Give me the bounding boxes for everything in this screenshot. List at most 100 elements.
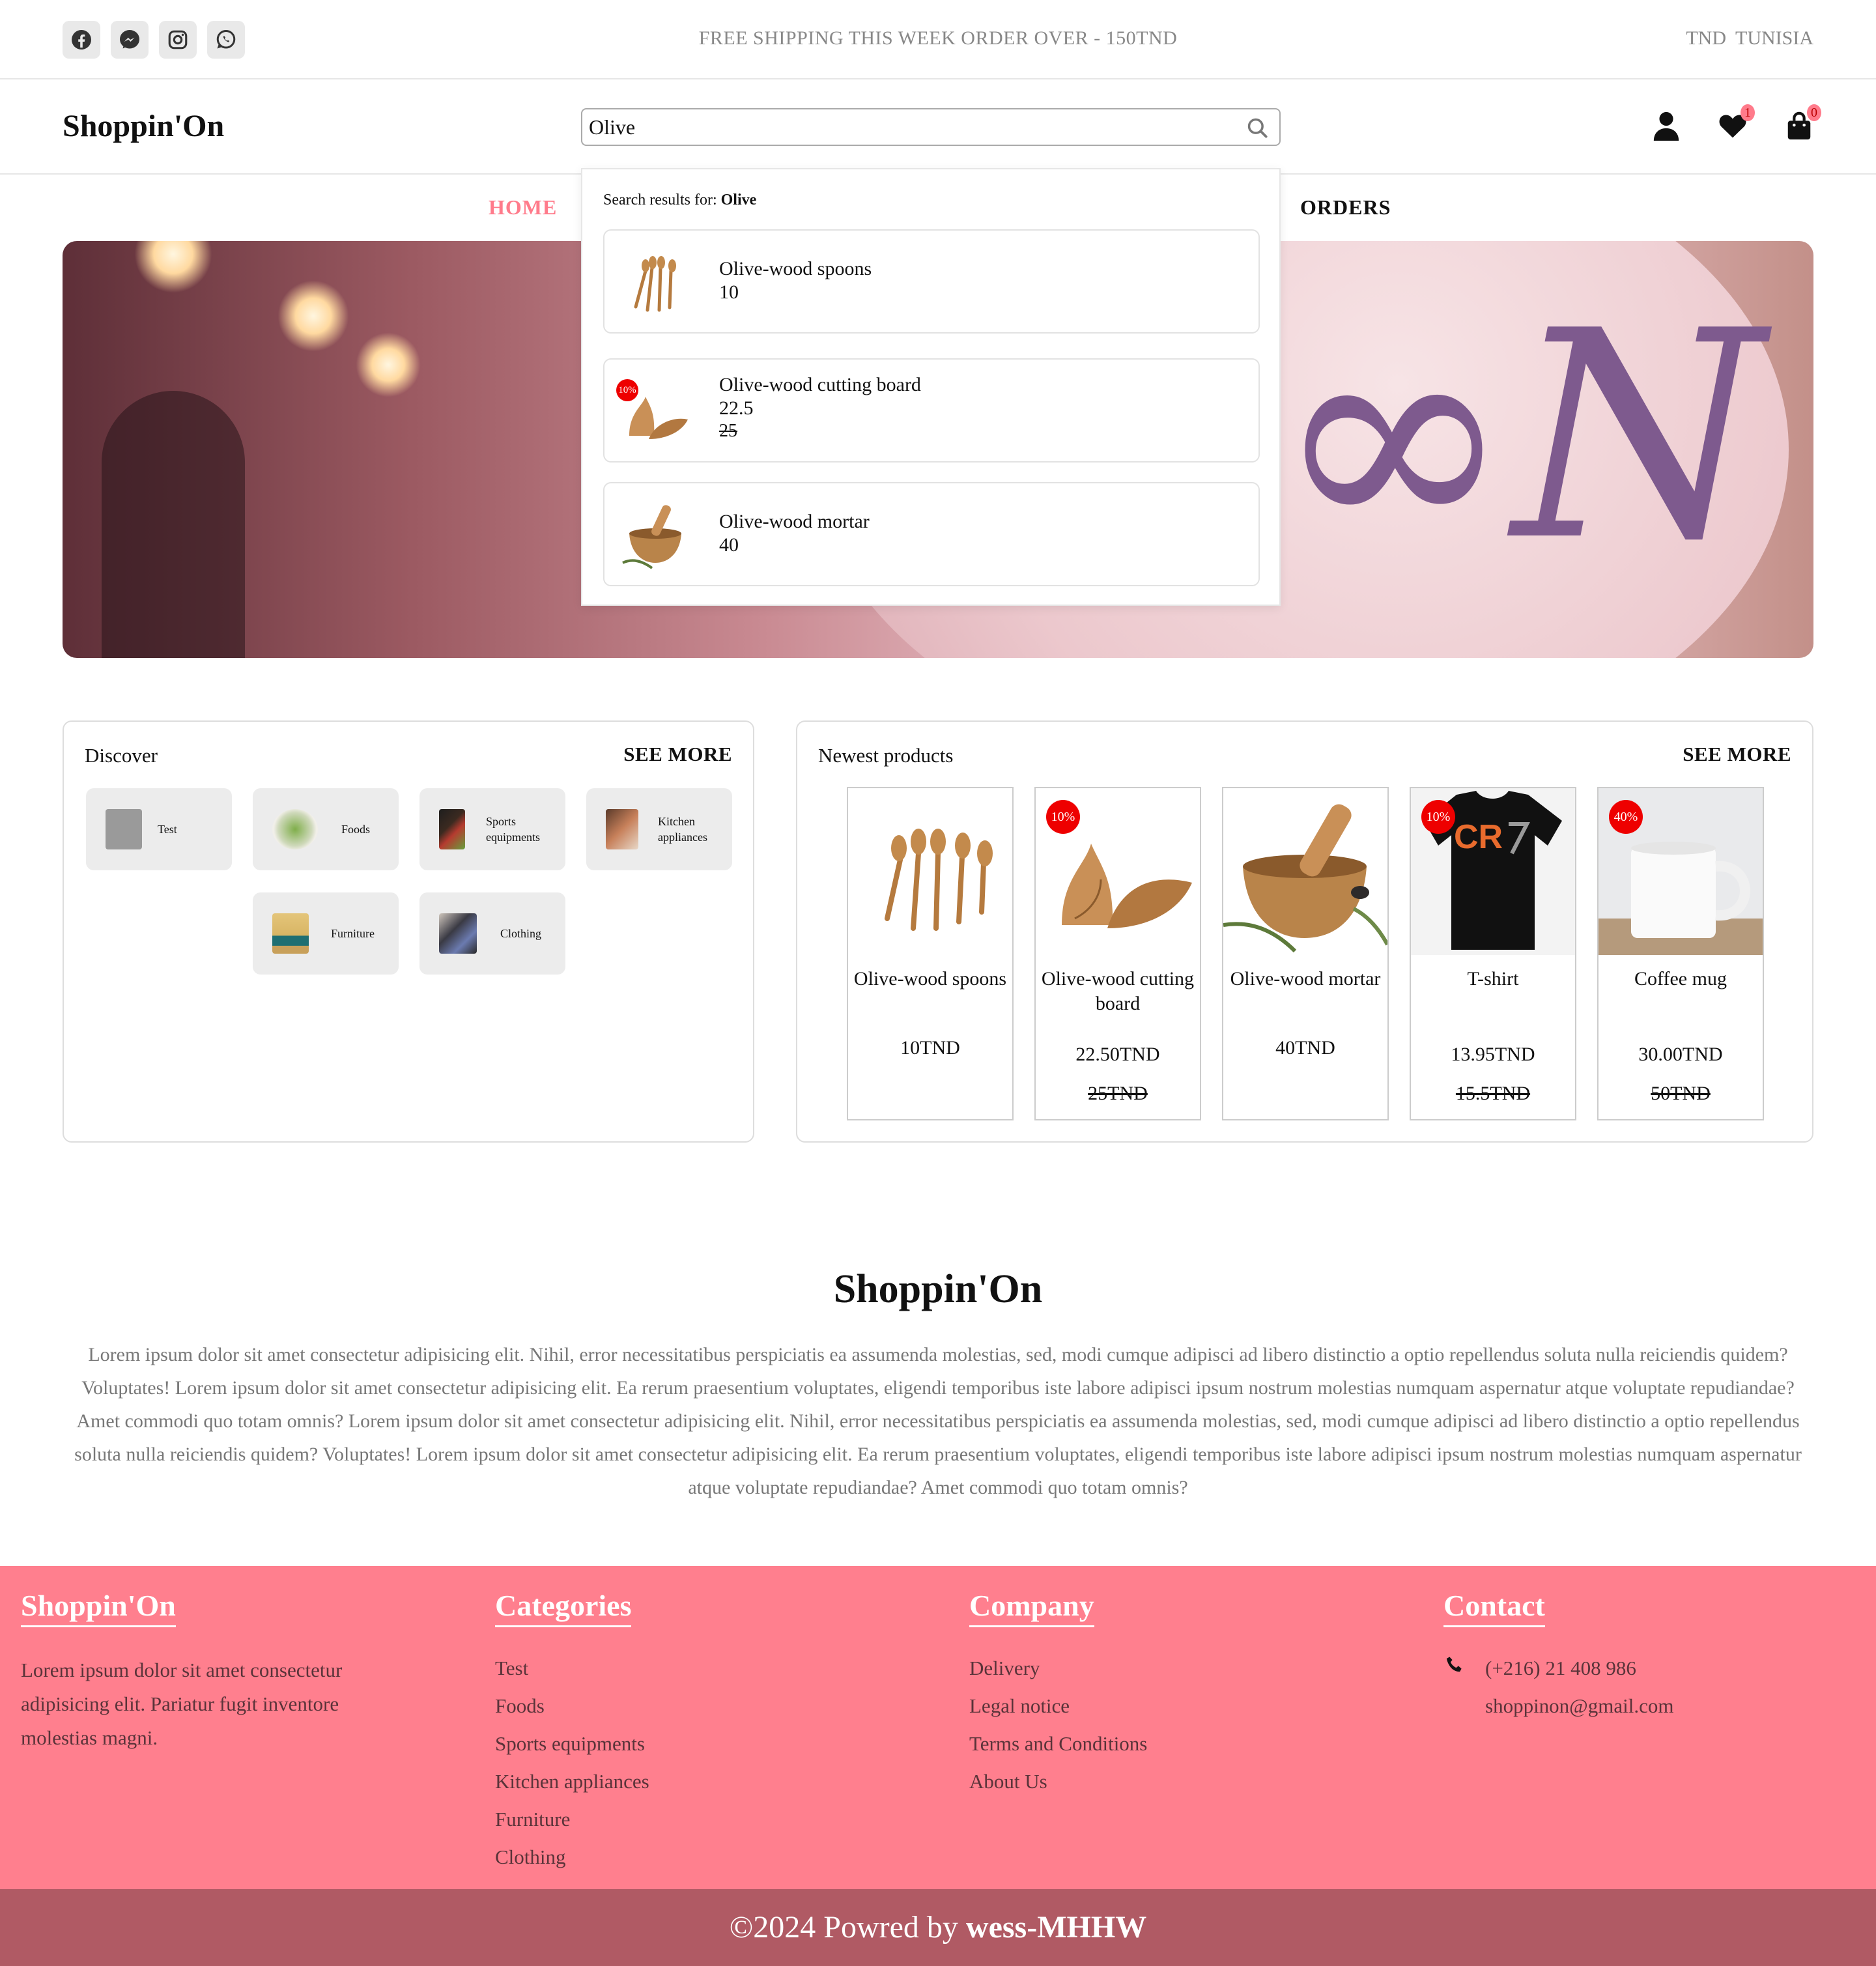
newest-see-more-link[interactable]: SEE MORE (1683, 743, 1791, 766)
about-title: Shoppin'On (833, 1267, 1043, 1311)
cart-count-badge: 0 (1807, 104, 1821, 121)
search-button[interactable] (1245, 116, 1270, 144)
footer-company-title: Company (969, 1588, 1094, 1627)
footer-link-test[interactable]: Test (495, 1649, 649, 1687)
category-label: Clothing (500, 927, 542, 940)
category-card-kitchen[interactable]: Kitchen appliances (586, 788, 732, 870)
country-label[interactable]: TUNISIA (1735, 27, 1813, 49)
about-text: Lorem ipsum dolor sit amet consectetur a… (74, 1344, 1802, 1498)
search-result-price: 22.5 (719, 397, 754, 419)
currency-label[interactable]: TND (1686, 27, 1726, 49)
category-label: Furniture (331, 927, 375, 940)
footer-link-furniture[interactable]: Furniture (495, 1801, 649, 1838)
search-results-dropdown: Search results for: Olive Olive-wood spo… (581, 168, 1281, 606)
footer-email[interactable]: shoppinon@gmail.com (1443, 1687, 1673, 1725)
search-results-label: Search results for: (603, 192, 717, 208)
locale-selector[interactable]: TND TUNISIA (1677, 27, 1813, 50)
footer-link-delivery[interactable]: Delivery (969, 1649, 1147, 1687)
search-result-old-price: 25 (719, 421, 737, 441)
hero-light (134, 241, 212, 293)
copyright-text: ©2024 Powred by (729, 1910, 958, 1945)
footer-contact: Contact (+216) 21 408 986 shoppinon@gmai… (1443, 1588, 1673, 1725)
top-bar: FREE SHIPPING THIS WEEK ORDER OVER - 150… (0, 0, 1876, 79)
category-image (272, 913, 309, 954)
product-price: 13.95TND (1451, 1044, 1535, 1065)
search-input[interactable] (582, 109, 1208, 145)
search-box (581, 108, 1281, 146)
svg-text:CR: CR (1454, 818, 1503, 856)
footer-link-kitchen[interactable]: Kitchen appliances (495, 1763, 649, 1801)
promo-banner: FREE SHIPPING THIS WEEK ORDER OVER - 150… (698, 27, 1178, 49)
category-card-furniture[interactable]: Furniture (253, 892, 399, 975)
phone-icon (1446, 1657, 1462, 1672)
header: Shoppin'On 1 0 (0, 79, 1876, 175)
footer-link-terms[interactable]: Terms and Conditions (969, 1725, 1147, 1763)
category-card-test[interactable]: Test (86, 788, 232, 870)
discover-see-more-link[interactable]: SEE MORE (623, 743, 732, 766)
footer-brand-text: Lorem ipsum dolor sit amet consectetur a… (21, 1659, 343, 1749)
product-discount-badge: 10% (1421, 800, 1455, 834)
search-result-item[interactable]: Olive-wood spoons 10 (603, 229, 1260, 334)
hero-light (277, 280, 349, 352)
footer-phone[interactable]: (+216) 21 408 986 (1443, 1649, 1673, 1687)
footer-link-sports[interactable]: Sports equipments (495, 1725, 649, 1763)
logo[interactable]: Shoppin'On (63, 108, 224, 144)
product-card[interactable]: Olive-wood spoons 10TND (847, 787, 1014, 1120)
category-card-clothing[interactable]: Clothing (419, 892, 565, 975)
hero-light (356, 332, 421, 397)
footer-brand-title: Shoppin'On (21, 1588, 176, 1627)
product-name: Olive-wood spoons (853, 968, 1007, 990)
category-card-sports[interactable]: Sports equipments (419, 788, 565, 870)
product-name: Coffee mug (1634, 968, 1727, 990)
user-icon (1653, 111, 1679, 141)
footer-link-about[interactable]: About Us (969, 1763, 1147, 1801)
category-label: Kitchen appliances (658, 815, 707, 844)
category-label: Test (158, 823, 177, 836)
product-discount-badge: 40% (1609, 800, 1643, 834)
footer-link-clothing[interactable]: Clothing (495, 1838, 649, 1876)
cart-button[interactable]: 0 (1785, 104, 1821, 142)
nav-home[interactable]: HOME (489, 195, 557, 220)
search-result-price: 40 (719, 534, 739, 556)
search-results-query: Olive (720, 192, 757, 208)
mortar-thumbnail (622, 505, 681, 569)
footer-link-legal[interactable]: Legal notice (969, 1687, 1147, 1725)
hero-sign-letters: ∞N (1274, 270, 1764, 603)
footer-company: Company Delivery Legal notice Terms and … (969, 1588, 1147, 1801)
account-button[interactable] (1652, 109, 1681, 142)
product-name: Olive-wood cutting board (1041, 968, 1195, 1014)
newest-products-title: Newest products (818, 744, 954, 767)
category-image (272, 809, 318, 849)
footer: Shoppin'On Lorem ipsum dolor sit amet co… (0, 1566, 1876, 1889)
hero-figure (102, 391, 245, 658)
product-image-mortar (1223, 788, 1387, 955)
copyright-author[interactable]: wess-MHHW (966, 1910, 1146, 1945)
category-image (439, 913, 477, 954)
footer-categories-title: Categories (495, 1588, 632, 1627)
search-result-item[interactable]: 10% Olive-wood cutting board 22.5 25 (603, 358, 1260, 463)
product-card[interactable]: 40% Coffee mug 30.00TND 50TND (1597, 787, 1764, 1120)
search-result-name: Olive-wood spoons (719, 258, 872, 279)
category-card-foods[interactable]: Foods (253, 788, 399, 870)
nav-orders[interactable]: ORDERS (1300, 195, 1391, 220)
header-actions: 1 0 (1652, 104, 1821, 142)
product-card[interactable]: CR 10% T-shirt 13.95TND 15.5TND (1410, 787, 1576, 1120)
footer-link-foods[interactable]: Foods (495, 1687, 649, 1725)
product-price: 22.50TND (1075, 1044, 1160, 1065)
footer-brand: Shoppin'On Lorem ipsum dolor sit amet co… (21, 1588, 386, 1755)
wishlist-button[interactable]: 1 (1718, 104, 1755, 142)
search-result-item[interactable]: Olive-wood mortar 40 (603, 482, 1260, 586)
product-old-price: 25TND (1088, 1083, 1148, 1104)
search-result-discount-badge: 10% (616, 379, 638, 401)
discover-title: Discover (85, 744, 158, 767)
search-icon (1247, 118, 1268, 138)
product-price: 30.00TND (1638, 1044, 1723, 1065)
product-discount-badge: 10% (1046, 800, 1080, 834)
footer-categories: Categories Test Foods Sports equipments … (495, 1588, 649, 1876)
category-image (606, 809, 638, 849)
product-card[interactable]: Olive-wood mortar 40TND (1222, 787, 1389, 1120)
search-result-price: 10 (719, 281, 739, 303)
product-name: T-shirt (1467, 968, 1519, 990)
category-image (439, 809, 465, 849)
product-card[interactable]: 10% Olive-wood cutting board 22.50TND 25… (1034, 787, 1201, 1120)
